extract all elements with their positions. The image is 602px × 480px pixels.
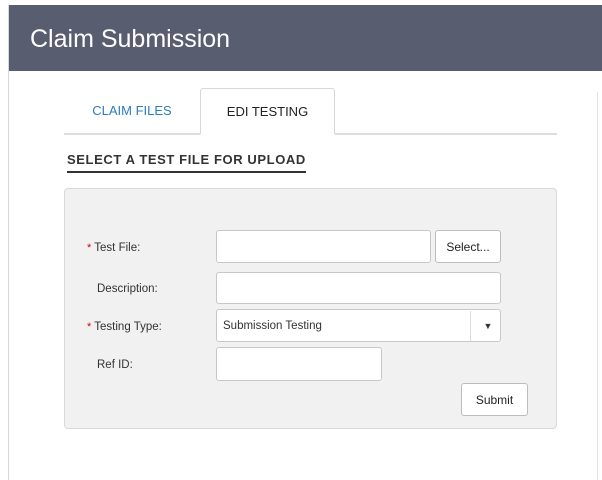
chevron-down-icon: ▼ <box>483 321 493 331</box>
description-label: Description: <box>97 283 158 295</box>
page-title: Claim Submission <box>30 25 231 53</box>
required-marker: * <box>87 321 92 333</box>
testing-type-label-text: Testing Type: <box>94 321 162 333</box>
section-title: SELECT A TEST FILE FOR UPLOAD <box>67 152 306 173</box>
content-divider <box>597 92 598 480</box>
testing-type-value: Submission Testing <box>223 320 322 332</box>
ref-id-field[interactable] <box>216 347 382 381</box>
tab-claim-files[interactable]: CLAIM FILES <box>64 88 200 134</box>
ref-id-label: Ref ID: <box>97 359 133 371</box>
testing-type-label: * Testing Type: <box>87 320 162 334</box>
select-divider <box>470 311 471 341</box>
tab-bar: CLAIM FILES EDI TESTING <box>64 88 557 135</box>
tab-edi-testing[interactable]: EDI TESTING <box>200 88 335 135</box>
select-file-button[interactable]: Select... <box>435 230 501 263</box>
testing-type-select[interactable]: Submission Testing ▼ <box>216 309 501 342</box>
description-field[interactable] <box>216 272 501 304</box>
submit-button[interactable]: Submit <box>461 383 528 416</box>
test-file-label-text: Test File: <box>94 242 141 254</box>
test-file-field[interactable] <box>216 230 431 263</box>
test-file-label: * Test File: <box>87 241 140 255</box>
panel-header: Claim Submission <box>9 5 602 71</box>
required-marker: * <box>87 242 92 254</box>
